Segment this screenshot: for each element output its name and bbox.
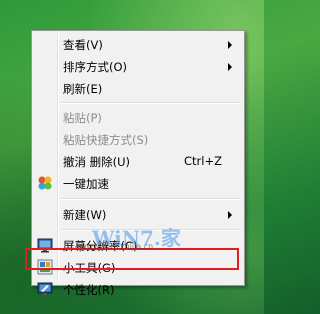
menu-item-view[interactable]: 查看(V) <box>34 33 242 55</box>
menu-item-label: 查看(V) <box>63 38 103 52</box>
menu-item-label: 撤消 删除(U) <box>63 155 131 169</box>
menu-item-label: 一键加速 <box>63 177 109 191</box>
menu-separator <box>61 102 240 104</box>
menu-item-label: 粘贴(P) <box>63 111 102 125</box>
personalize-icon <box>37 281 53 297</box>
menu-item-paste-shortcut[interactable]: 粘贴快捷方式(S) <box>34 128 242 150</box>
menu-item-undo-delete[interactable]: 撤消 删除(U) Ctrl+Z <box>34 150 242 172</box>
menu-item-personalize[interactable]: 个性化(R) <box>34 278 242 300</box>
highlight-box <box>25 248 239 270</box>
menu-item-shortcut: Ctrl+Z <box>184 154 222 168</box>
menu-item-label: 粘贴快捷方式(S) <box>63 133 149 147</box>
menu-separator <box>61 229 240 231</box>
submenu-arrow-icon <box>228 63 232 71</box>
menu-item-new[interactable]: 新建(W) <box>34 203 242 225</box>
submenu-arrow-icon <box>228 211 232 219</box>
menu-item-one-click-accelerate[interactable]: 一键加速 <box>34 172 242 194</box>
menu-item-paste[interactable]: 粘贴(P) <box>34 106 242 128</box>
menu-item-refresh[interactable]: 刷新(E) <box>34 77 242 99</box>
menu-item-label: 新建(W) <box>63 208 107 222</box>
menu-item-sort-by[interactable]: 排序方式(O) <box>34 55 242 77</box>
submenu-arrow-icon <box>228 41 232 49</box>
menu-item-label: 刷新(E) <box>63 82 103 96</box>
accelerate-icon <box>37 175 53 191</box>
menu-item-label: 个性化(R) <box>63 283 115 297</box>
menu-separator <box>61 198 240 200</box>
menu-item-label: 排序方式(O) <box>63 60 128 74</box>
